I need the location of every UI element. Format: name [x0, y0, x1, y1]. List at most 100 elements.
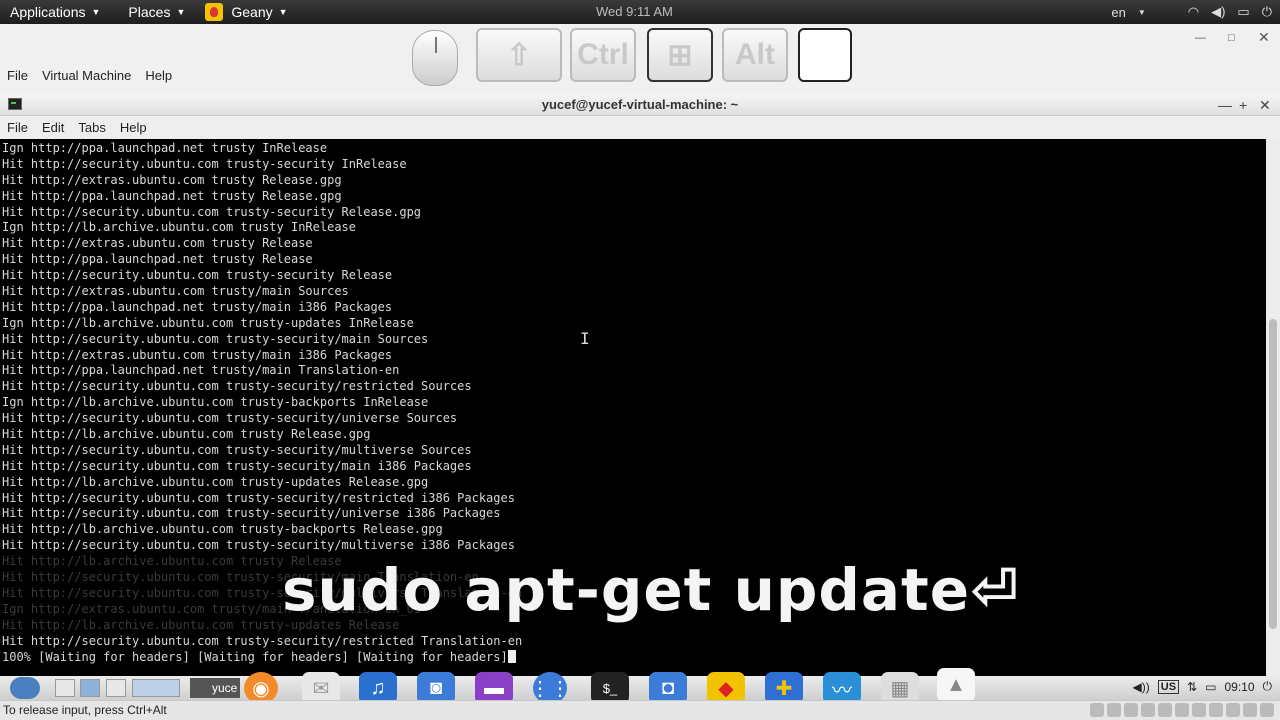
terminal-line-text: Hit http://ppa.launchpad.net trusty Rele… — [2, 252, 313, 267]
network-icon[interactable]: ⇅ — [1187, 680, 1197, 694]
terminal-line-text: Hit http://lb.archive.ubuntu.com trusty-… — [2, 474, 429, 489]
vm-menu-virtual-machine[interactable]: Virtual Machine — [35, 68, 138, 83]
battery-icon[interactable]: ▭ — [1237, 4, 1249, 20]
chevron-down-icon: ▼ — [278, 7, 288, 17]
terminal-line-text: Ign http://lb.archive.ubuntu.com trusty-… — [2, 395, 429, 410]
maximize-icon[interactable]: □ — [1228, 32, 1235, 44]
settings-icon[interactable] — [80, 679, 100, 697]
vm-menubar: File Virtual Machine Help — [0, 62, 179, 88]
start-menu-icon[interactable] — [10, 677, 40, 699]
scrollbar-thumb[interactable] — [1269, 319, 1277, 629]
terminal-line-text: Hit http://extras.ubuntu.com trusty Rele… — [2, 172, 342, 187]
power-icon[interactable]: ⏻ — [1262, 4, 1272, 20]
terminal-line: Hit http://ppa.launchpad.net trusty/main… — [2, 363, 1266, 379]
terminal-menu-edit[interactable]: Edit — [35, 120, 71, 135]
window-icon[interactable] — [106, 679, 126, 697]
ctrl-key: Ctrl — [570, 28, 636, 82]
vm-statusbar: To release input, press Ctrl+Alt — [0, 700, 1280, 720]
terminal-line: Hit http://security.ubuntu.com trusty-se… — [2, 205, 1266, 221]
terminal-line-text: Hit http://security.ubuntu.com trusty-se… — [2, 204, 422, 219]
chevron-down-icon: ▼ — [176, 7, 186, 17]
terminal-menubar: File Edit Tabs Help — [0, 116, 1280, 139]
chevron-down-icon: ▼ — [1137, 7, 1146, 17]
status-icons — [1090, 703, 1274, 717]
terminal-line-text: Hit http://lb.archive.ubuntu.com trusty … — [2, 427, 371, 442]
close-icon[interactable]: ✕ — [1258, 29, 1270, 46]
terminal-icon — [8, 98, 22, 110]
shared-folder-icon[interactable] — [1175, 703, 1189, 717]
geany-menu[interactable]: Geany ▼ — [195, 0, 297, 24]
language-indicator[interactable]: en — [1111, 5, 1125, 20]
terminal-line: Hit http://extras.ubuntu.com trusty/main… — [2, 348, 1266, 364]
terminal-line-text: Hit http://security.ubuntu.com trusty-se… — [2, 538, 515, 553]
geany-icon — [205, 3, 224, 21]
terminal-line: Hit http://security.ubuntu.com trusty-se… — [2, 491, 1266, 507]
vm-menu-help[interactable]: Help — [138, 68, 179, 83]
disk-icon[interactable] — [1090, 703, 1104, 717]
network-status-icon[interactable] — [1141, 703, 1155, 717]
terminal-line-text: Hit http://security.ubuntu.com trusty-se… — [2, 458, 472, 473]
wifi-icon[interactable]: ◠ — [1188, 4, 1199, 20]
terminal-line-text: Hit http://security.ubuntu.com trusty-se… — [2, 442, 472, 457]
terminal-scrollbar[interactable] — [1266, 139, 1280, 676]
geany-label: Geany — [231, 4, 273, 20]
terminal-titlebar[interactable]: yucef@yucef-virtual-machine: ~ — + ✕ — [0, 94, 1280, 116]
terminal-line: Hit http://extras.ubuntu.com trusty Rele… — [2, 173, 1266, 189]
volume-icon[interactable]: ◀)) — [1133, 680, 1150, 694]
terminal-line-text: Ign http://ppa.launchpad.net trusty InRe… — [2, 141, 328, 155]
terminal-line: Ign http://lb.archive.ubuntu.com trusty-… — [2, 395, 1266, 411]
taskbar-terminal-item[interactable]: yuce — [190, 678, 240, 698]
terminal-line-text: Hit http://security.ubuntu.com trusty-se… — [2, 411, 458, 426]
show-desktop-icon[interactable] — [55, 679, 75, 697]
power-icon[interactable]: ⏻ — [1263, 679, 1273, 694]
mouse-integration-icon[interactable] — [1243, 703, 1257, 717]
top-panel: Applications ▼ Places ▼ Geany ▼ Wed 9:11… — [0, 0, 1280, 24]
display-icon[interactable] — [1192, 703, 1206, 717]
terminal-line: Hit http://ppa.launchpad.net trusty Rele… — [2, 189, 1266, 205]
terminal-line-text: Hit http://ppa.launchpad.net trusty/main… — [2, 363, 400, 378]
terminal-line-text: Hit http://extras.ubuntu.com trusty Rele… — [2, 236, 313, 251]
command-caption: sudo apt-get update⏎ — [282, 556, 1020, 624]
audio-icon[interactable] — [1124, 703, 1138, 717]
terminal-line: Hit http://lb.archive.ubuntu.com trusty-… — [2, 522, 1266, 538]
places-menu[interactable]: Places ▼ — [118, 0, 195, 24]
applications-menu[interactable]: Applications ▼ — [0, 0, 110, 24]
maximize-icon[interactable]: + — [1239, 94, 1247, 116]
terminal-menu-help[interactable]: Help — [113, 120, 154, 135]
terminal-line-text: Hit http://ppa.launchpad.net trusty/main… — [2, 299, 393, 314]
terminal-line: Ign http://lb.archive.ubuntu.com trusty … — [2, 220, 1266, 236]
video-capture-icon[interactable] — [1209, 703, 1223, 717]
minimize-icon[interactable]: — — [1218, 94, 1232, 116]
terminal-line-text: Hit http://extras.ubuntu.com trusty/main… — [2, 347, 393, 362]
close-icon[interactable]: ✕ — [1259, 94, 1271, 116]
vm-menu-file[interactable]: File — [0, 68, 35, 83]
keyboard-capture-icon[interactable] — [1260, 703, 1274, 717]
usb-device-icon[interactable]: ▲ — [937, 668, 975, 702]
terminal-line-text: Hit http://security.ubuntu.com trusty-se… — [2, 379, 472, 394]
keyboard-layout-indicator[interactable]: US — [1157, 679, 1180, 694]
minimize-icon[interactable]: — — [1195, 32, 1206, 44]
clock[interactable]: Wed 9:11 AM — [596, 4, 673, 19]
terminal-line: Hit http://lb.archive.ubuntu.com trusty … — [2, 427, 1266, 443]
terminal-line-text: Hit http://ppa.launchpad.net trusty Rele… — [2, 188, 342, 203]
tray-clock[interactable]: 09:10 — [1224, 680, 1254, 694]
terminal-line: Hit http://security.ubuntu.com trusty-se… — [2, 268, 1266, 284]
text-cursor-icon: I — [580, 329, 590, 348]
terminal-menu-file[interactable]: File — [0, 120, 35, 135]
terminal-line: Hit http://extras.ubuntu.com trusty/main… — [2, 284, 1266, 300]
terminal-menu-tabs[interactable]: Tabs — [71, 120, 112, 135]
terminal-line-text: Hit http://extras.ubuntu.com trusty/main… — [2, 284, 349, 299]
workspace-switcher[interactable] — [132, 679, 180, 697]
status-text: To release input, press Ctrl+Alt — [3, 703, 167, 717]
alt-key: Alt — [722, 28, 788, 82]
usb-status-icon[interactable] — [1158, 703, 1172, 717]
system-tray: ◀)) US ⇅ ▭ 09:10 ⏻ — [1133, 679, 1272, 694]
cpu-icon[interactable] — [1226, 703, 1240, 717]
volume-icon[interactable]: ◀) — [1211, 4, 1225, 20]
terminal-line: Hit http://security.ubuntu.com trusty-se… — [2, 379, 1266, 395]
chevron-down-icon: ▼ — [91, 7, 101, 17]
optical-drive-icon[interactable] — [1107, 703, 1121, 717]
places-label: Places — [128, 4, 171, 20]
terminal-line-text: Ign http://lb.archive.ubuntu.com trusty … — [2, 220, 357, 235]
battery-icon[interactable]: ▭ — [1205, 680, 1216, 694]
